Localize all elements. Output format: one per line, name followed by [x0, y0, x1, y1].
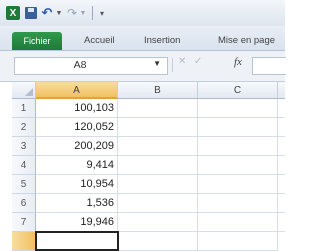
customize-toolbar-icon[interactable]: ▾ — [98, 6, 106, 20]
cell-a2[interactable]: 120,052 — [36, 118, 118, 137]
row-header[interactable]: 2 — [12, 118, 36, 137]
tab-home[interactable]: Accueil — [84, 32, 115, 50]
column-header-d[interactable] — [278, 82, 285, 99]
tab-insert[interactable]: Insertion — [144, 32, 180, 50]
name-box-value: A8 — [73, 59, 87, 71]
cell-d1[interactable] — [278, 99, 285, 118]
undo-dropdown-icon[interactable]: ▼ — [56, 6, 63, 20]
cell-d2[interactable] — [278, 118, 285, 137]
save-icon[interactable] — [24, 6, 38, 20]
cell-d6[interactable] — [278, 194, 285, 213]
row-header[interactable]: 3 — [12, 137, 36, 156]
cell-a3[interactable]: 200,209 — [36, 137, 118, 156]
cell-a1[interactable]: 100,103 — [36, 99, 118, 118]
row-header[interactable]: 5 — [12, 175, 36, 194]
cell-d3[interactable] — [278, 137, 285, 156]
formula-separator — [172, 58, 173, 72]
redo-icon[interactable]: ↷ — [66, 6, 78, 20]
column-header-c[interactable]: C — [198, 82, 278, 99]
tab-page-layout[interactable]: Mise en page — [218, 32, 275, 50]
cell-c6[interactable] — [198, 194, 278, 213]
cell-d5[interactable] — [278, 175, 285, 194]
ribbon-tabs: Fichier Accueil Insertion Mise en page — [0, 26, 285, 51]
cell-c4[interactable] — [198, 156, 278, 175]
cell-c7[interactable] — [198, 213, 278, 232]
cell-a5[interactable]: 10,954 — [36, 175, 118, 194]
enter-icon[interactable]: ✓ — [194, 56, 202, 67]
cell-a4[interactable]: 9,414 — [36, 156, 118, 175]
row-header[interactable]: 7 — [12, 213, 36, 232]
cell-c2[interactable] — [198, 118, 278, 137]
cell-a6[interactable]: 1,536 — [36, 194, 118, 213]
cell-c1[interactable] — [198, 99, 278, 118]
column-header-b[interactable]: B — [118, 82, 198, 99]
cell-c5[interactable] — [198, 175, 278, 194]
spreadsheet-grid: A B C 1 100,103 2 120,052 3 200,209 4 9,… — [0, 82, 285, 251]
cell-b4[interactable] — [118, 156, 198, 175]
cell-b1[interactable] — [118, 99, 198, 118]
column-header-a[interactable]: A — [36, 82, 118, 99]
tab-file[interactable]: Fichier — [12, 32, 62, 50]
cancel-icon[interactable]: ✕ — [178, 56, 186, 67]
row-header[interactable]: 1 — [12, 99, 36, 118]
redo-dropdown-icon[interactable]: ▼ — [80, 6, 87, 20]
cell-b6[interactable] — [118, 194, 198, 213]
row-header[interactable]: 6 — [12, 194, 36, 213]
quick-access-toolbar: X ↶ ▼ ↷ ▼ ▾ — [0, 0, 285, 26]
excel-icon[interactable]: X — [6, 6, 20, 20]
select-all-button[interactable] — [12, 82, 36, 99]
toolbar-separator — [92, 6, 93, 20]
formula-input[interactable] — [252, 57, 286, 75]
cell-b7[interactable] — [118, 213, 198, 232]
formula-bar: A8 ▼ ✕ ✓ fx — [0, 51, 286, 82]
undo-icon[interactable]: ↶ — [40, 5, 54, 20]
cell-a7[interactable]: 19,946 — [36, 213, 118, 232]
insert-function-icon[interactable]: fx — [234, 56, 242, 68]
cell-b5[interactable] — [118, 175, 198, 194]
cell-b3[interactable] — [118, 137, 198, 156]
cell-c3[interactable] — [198, 137, 278, 156]
cell-d7[interactable] — [278, 213, 285, 232]
row-header[interactable]: 4 — [12, 156, 36, 175]
cell-b2[interactable] — [118, 118, 198, 137]
selected-cell-outline — [35, 231, 119, 251]
chevron-down-icon[interactable]: ▼ — [153, 59, 161, 68]
name-box[interactable]: A8 ▼ — [14, 57, 168, 75]
cell-d4[interactable] — [278, 156, 285, 175]
excel-window: X ↶ ▼ ↷ ▼ ▾ Fichier Accueil Insertion Mi… — [0, 0, 286, 251]
